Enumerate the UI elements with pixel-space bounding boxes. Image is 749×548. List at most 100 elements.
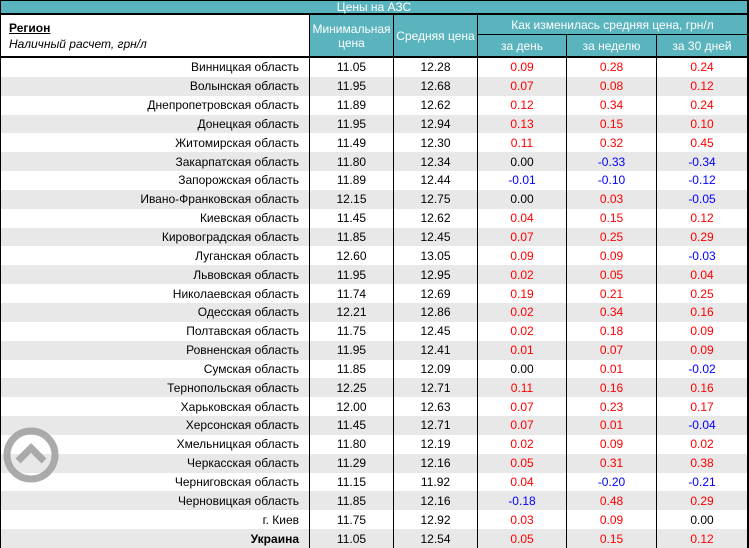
- avg-price-cell: 11.92: [394, 472, 478, 492]
- payment-type-label: Наличный расчет, грн/л: [9, 36, 147, 51]
- change-week-cell: 0.08: [567, 76, 657, 96]
- table-row: Киевская область 11.45 12.62 0.04 0.15 0…: [1, 208, 747, 228]
- table-row: Хмельницкая область 11.80 12.19 0.02 0.0…: [1, 434, 747, 454]
- table-row: Николаевская область 11.74 12.69 0.19 0.…: [1, 284, 747, 303]
- change-week-cell: 0.34: [567, 302, 657, 322]
- change-day-cell: 0.02: [478, 321, 567, 341]
- change-day-cell: -0.18: [478, 491, 567, 511]
- table-row: Черкасская область 11.29 12.16 0.05 0.31…: [1, 453, 747, 473]
- table-row: Сумская область 11.85 12.09 0.00 0.01 -0…: [1, 359, 747, 379]
- avg-price-cell: 12.16: [394, 453, 478, 473]
- table-header-row: Регион Наличный расчет, грн/л Минимальна…: [1, 15, 747, 58]
- min-price-cell: 11.29: [310, 453, 394, 473]
- change-week-cell: 0.15: [567, 529, 657, 548]
- change-week-header: за неделю: [567, 35, 657, 56]
- min-price-cell: 11.95: [310, 114, 394, 134]
- region-name-cell: Луганская область: [1, 246, 310, 266]
- min-price-cell: 11.95: [310, 340, 394, 360]
- scroll-to-top-button[interactable]: [3, 427, 59, 483]
- change-day-cell: 0.05: [478, 453, 567, 473]
- min-price-cell: 11.49: [310, 133, 394, 153]
- avg-price-cell: 12.68: [394, 76, 478, 96]
- region-name-cell: Волынская область: [1, 76, 310, 96]
- min-price-cell: 12.00: [310, 397, 394, 417]
- avg-price-cell: 12.34: [394, 152, 478, 172]
- table-row: Херсонская область 11.45 12.71 0.07 0.01…: [1, 416, 747, 435]
- region-name-cell: Донецкая область: [1, 114, 310, 134]
- change-week-cell: 0.01: [567, 416, 657, 435]
- min-price-cell: 11.80: [310, 152, 394, 172]
- change-30days-cell: 0.45: [690, 135, 714, 150]
- min-price-cell: 11.85: [310, 227, 394, 247]
- change-week-cell: 0.48: [567, 491, 657, 511]
- change-30days-cell: 0.12: [690, 211, 714, 226]
- price-change-subheaders: за день за неделю за 30 дней: [478, 35, 747, 56]
- avg-price-cell: 12.19: [394, 434, 478, 454]
- fuel-prices-table: Цены на АЗС Регион Наличный расчет, грн/…: [0, 0, 749, 548]
- table-row: Луганская область 12.60 13.05 0.09 0.09 …: [1, 246, 747, 266]
- avg-price-header: Средняя цена: [394, 15, 478, 56]
- min-price-cell: 11.85: [310, 359, 394, 379]
- min-price-cell: 11.74: [310, 284, 394, 303]
- change-week-cell: 0.23: [567, 397, 657, 417]
- change-30days-cell: 0.16: [690, 380, 714, 395]
- price-change-header-group: Как изменилась средняя цена, грн/л за де…: [478, 15, 747, 56]
- min-price-cell: 12.60: [310, 246, 394, 266]
- avg-price-cell: 12.71: [394, 416, 478, 435]
- table-row: Запорожская область 11.89 12.44 -0.01 -0…: [1, 171, 747, 190]
- table-row: Волынская область 11.95 12.68 0.07 0.08 …: [1, 76, 747, 96]
- avg-price-cell: 12.30: [394, 133, 478, 153]
- change-30days-cell: 0.38: [690, 456, 714, 471]
- change-week-cell: 0.09: [567, 510, 657, 530]
- change-day-cell: -0.01: [478, 171, 567, 190]
- table-row: Черновицкая область 11.85 12.16 -0.18 0.…: [1, 491, 747, 511]
- avg-price-cell: 12.63: [394, 397, 478, 417]
- table-row: Житомирская область 11.49 12.30 0.11 0.3…: [1, 133, 747, 153]
- change-day-cell: 0.11: [478, 378, 567, 398]
- region-name-cell: Тернопольская область: [1, 378, 310, 398]
- avg-price-cell: 12.41: [394, 340, 478, 360]
- avg-price-cell: 12.54: [394, 529, 478, 548]
- change-30days-cell: -0.02: [688, 361, 716, 376]
- change-week-cell: 0.15: [567, 114, 657, 134]
- region-name-cell: Кировоградская область: [1, 227, 310, 247]
- avg-price-cell: 12.28: [394, 58, 478, 77]
- change-week-cell: 0.05: [567, 265, 657, 285]
- change-30days-cell: 0.09: [690, 324, 714, 339]
- region-header-label: Регион: [9, 20, 51, 35]
- table-row: Харьковская область 12.00 12.63 0.07 0.2…: [1, 397, 747, 417]
- min-price-cell: 11.05: [310, 529, 394, 548]
- change-30days-cell: 0.25: [690, 286, 714, 301]
- change-week-cell: 0.09: [567, 246, 657, 266]
- change-week-cell: -0.33: [567, 152, 657, 172]
- avg-price-cell: 12.16: [394, 491, 478, 511]
- change-week-cell: 0.18: [567, 321, 657, 341]
- change-day-cell: 0.07: [478, 76, 567, 96]
- min-price-cell: 11.75: [310, 510, 394, 530]
- change-30days-cell: -0.34: [688, 154, 716, 169]
- price-change-group-label: Как изменилась средняя цена, грн/л: [478, 15, 747, 35]
- table-row: Закарпатская область 11.80 12.34 0.00 -0…: [1, 152, 747, 172]
- region-name-cell: г. Киев: [1, 510, 310, 530]
- table-row: Ивано-Франковская область 12.15 12.75 0.…: [1, 189, 747, 209]
- min-price-cell: 11.45: [310, 208, 394, 228]
- change-day-cell: 0.03: [478, 510, 567, 530]
- change-day-cell: 0.00: [478, 359, 567, 379]
- min-price-cell: 11.85: [310, 491, 394, 511]
- change-day-cell: 0.05: [478, 529, 567, 548]
- region-name-cell: Сумская область: [1, 359, 310, 379]
- change-day-cell: 0.09: [478, 246, 567, 266]
- table-row: Ровненская область 11.95 12.41 0.01 0.07…: [1, 340, 747, 360]
- region-name-cell: Николаевская область: [1, 284, 310, 303]
- region-name-cell: Черновицкая область: [1, 491, 310, 511]
- change-week-cell: 0.01: [567, 359, 657, 379]
- change-day-cell: 0.02: [478, 265, 567, 285]
- change-week-cell: 0.07: [567, 340, 657, 360]
- change-day-cell: 0.13: [478, 114, 567, 134]
- avg-price-cell: 12.69: [394, 284, 478, 303]
- table-row: Львовская область 11.95 12.95 0.02 0.05 …: [1, 265, 747, 285]
- region-name-cell: Одесская область: [1, 302, 310, 322]
- region-name-cell: Житомирская область: [1, 133, 310, 153]
- min-price-cell: 11.45: [310, 416, 394, 435]
- min-price-cell: 11.05: [310, 58, 394, 77]
